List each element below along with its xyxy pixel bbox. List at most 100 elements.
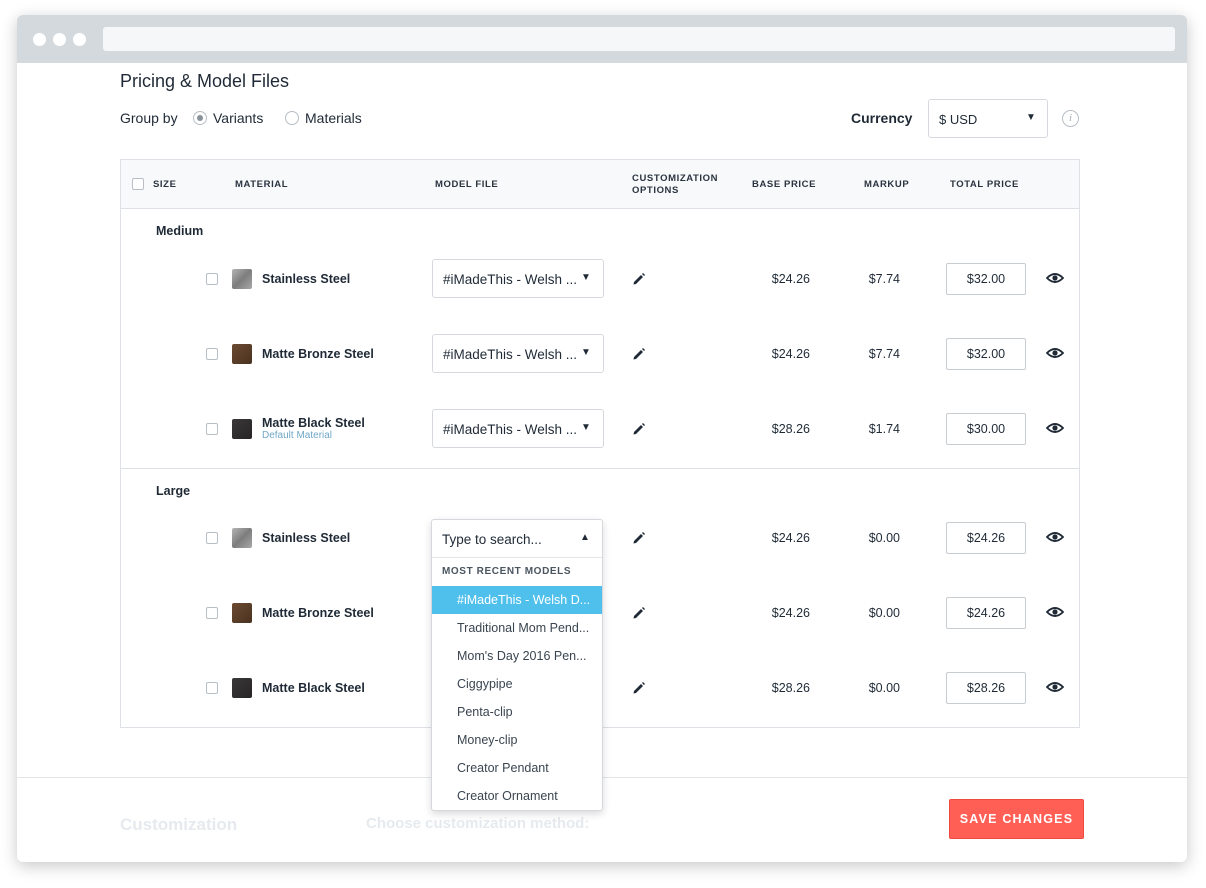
group-label-medium: Medium: [156, 224, 204, 238]
total-price-input[interactable]: $32.00: [946, 338, 1026, 370]
material-name: Matte Black Steel: [262, 416, 365, 430]
eye-icon[interactable]: [1046, 346, 1064, 360]
markup-value: $0.00: [868, 606, 900, 620]
model-file-dropdown[interactable]: Type to search... ▲ MOST RECENT MODELS #…: [431, 519, 603, 811]
dropdown-section-header: MOST RECENT MODELS: [442, 566, 572, 577]
dropdown-item[interactable]: Creator Ornament: [432, 782, 602, 810]
radio-materials-label[interactable]: Materials: [305, 110, 362, 126]
chevron-up-icon: ▲: [580, 532, 590, 543]
material-swatch: [232, 269, 252, 289]
markup-value: $0.00: [868, 681, 900, 695]
col-total-price: TOTAL PRICE: [950, 179, 1019, 190]
eye-icon[interactable]: [1046, 421, 1064, 435]
eye-icon[interactable]: [1046, 530, 1064, 544]
window-dot-close[interactable]: [33, 33, 46, 46]
group-by-label: Group by: [120, 110, 178, 126]
base-price: $28.26: [771, 422, 810, 436]
material-name: Matte Bronze Steel: [262, 606, 374, 620]
col-customization-line1: CUSTOMIZATION: [632, 173, 719, 184]
markup-value: $7.74: [868, 347, 900, 361]
row-checkbox[interactable]: [206, 532, 218, 544]
select-all-checkbox[interactable]: [132, 178, 144, 190]
chevron-down-icon: ▼: [581, 347, 591, 358]
save-changes-button[interactable]: SAVE CHANGES: [949, 799, 1084, 839]
col-customization-line2: OPTIONS: [632, 185, 679, 196]
dropdown-item[interactable]: #iMadeThis - Welsh D...: [432, 586, 602, 614]
info-icon[interactable]: i: [1062, 110, 1079, 127]
model-search-input[interactable]: Type to search... ▲: [432, 520, 602, 558]
table-row: Stainless Steel #iMadeThis - Welsh ... ▼…: [121, 249, 1079, 309]
material-swatch: [232, 603, 252, 623]
chevron-down-icon: ▼: [1026, 112, 1036, 123]
radio-variants-label[interactable]: Variants: [213, 110, 263, 126]
material-name: Stainless Steel: [262, 272, 351, 286]
address-bar[interactable]: [103, 27, 1175, 51]
table-row: Matte Bronze Steel #iMadeThis - Welsh ..…: [121, 324, 1079, 384]
model-file-value: #iMadeThis - Welsh ...: [443, 422, 578, 437]
dropdown-item[interactable]: Creator Pendant: [432, 754, 602, 782]
col-size: SIZE: [153, 179, 177, 190]
dropdown-item[interactable]: Ciggypipe: [432, 670, 602, 698]
window-chrome: [17, 15, 1187, 63]
dropdown-item[interactable]: Mom's Day 2016 Pen...: [432, 642, 602, 670]
row-checkbox[interactable]: [206, 682, 218, 694]
eye-icon[interactable]: [1046, 271, 1064, 285]
currency-label: Currency: [851, 110, 913, 126]
table-row: Matte Black Steel Default Material #iMad…: [121, 399, 1079, 459]
group-label-large: Large: [156, 484, 191, 498]
material-swatch: [232, 419, 252, 439]
page-title: Pricing & Model Files: [120, 71, 290, 91]
radio-materials[interactable]: [285, 111, 299, 125]
base-price: $24.26: [771, 347, 810, 361]
currency-value: $ USD: [939, 112, 978, 127]
pencil-icon[interactable]: [632, 347, 646, 361]
total-price-input[interactable]: $30.00: [946, 413, 1026, 445]
base-price: $24.26: [771, 606, 810, 620]
pencil-icon[interactable]: [632, 272, 646, 286]
col-customization: CUSTOMIZATION OPTIONS: [632, 173, 718, 197]
customization-method-label: Choose customization method:: [366, 815, 590, 832]
pencil-icon[interactable]: [632, 681, 646, 695]
eye-icon[interactable]: [1046, 605, 1064, 619]
pencil-icon[interactable]: [632, 606, 646, 620]
model-file-select[interactable]: #iMadeThis - Welsh ... ▼: [432, 334, 604, 373]
table-header: SIZE MATERIAL MODEL FILE CUSTOMIZATION O…: [121, 160, 1079, 209]
material-swatch: [232, 344, 252, 364]
pencil-icon[interactable]: [632, 422, 646, 436]
window-dot-minimize[interactable]: [53, 33, 66, 46]
model-file-select[interactable]: #iMadeThis - Welsh ... ▼: [432, 259, 604, 298]
total-price-input[interactable]: $28.26: [946, 672, 1026, 704]
total-price-input[interactable]: $24.26: [946, 597, 1026, 629]
row-checkbox[interactable]: [206, 348, 218, 360]
markup-value: $7.74: [868, 272, 900, 286]
default-material-label: Default Material: [262, 430, 333, 441]
material-swatch: [232, 678, 252, 698]
material-name: Matte Black Steel: [262, 681, 365, 695]
customization-section-title: Customization: [120, 815, 238, 834]
group-divider: [121, 468, 1079, 469]
col-material: MATERIAL: [235, 179, 289, 190]
col-base-price: BASE PRICE: [752, 179, 817, 190]
model-file-select[interactable]: #iMadeThis - Welsh ... ▼: [432, 409, 604, 448]
radio-variants[interactable]: [193, 111, 207, 125]
chevron-down-icon: ▼: [581, 422, 591, 433]
row-checkbox[interactable]: [206, 423, 218, 435]
row-checkbox[interactable]: [206, 273, 218, 285]
eye-icon[interactable]: [1046, 680, 1064, 694]
material-swatch: [232, 528, 252, 548]
model-file-value: #iMadeThis - Welsh ...: [443, 347, 578, 362]
dropdown-item[interactable]: Traditional Mom Pend...: [432, 614, 602, 642]
total-price-input[interactable]: $24.26: [946, 522, 1026, 554]
col-model-file: MODEL FILE: [435, 179, 499, 190]
pencil-icon[interactable]: [632, 531, 646, 545]
material-name: Matte Bronze Steel: [262, 347, 374, 361]
dropdown-item[interactable]: Money-clip: [432, 726, 602, 754]
model-search-placeholder: Type to search...: [442, 532, 542, 547]
base-price: $28.26: [771, 681, 810, 695]
currency-select[interactable]: $ USD ▼: [928, 99, 1048, 138]
base-price: $24.26: [771, 272, 810, 286]
total-price-input[interactable]: $32.00: [946, 263, 1026, 295]
row-checkbox[interactable]: [206, 607, 218, 619]
dropdown-item[interactable]: Penta-clip: [432, 698, 602, 726]
window-dot-maximize[interactable]: [73, 33, 86, 46]
